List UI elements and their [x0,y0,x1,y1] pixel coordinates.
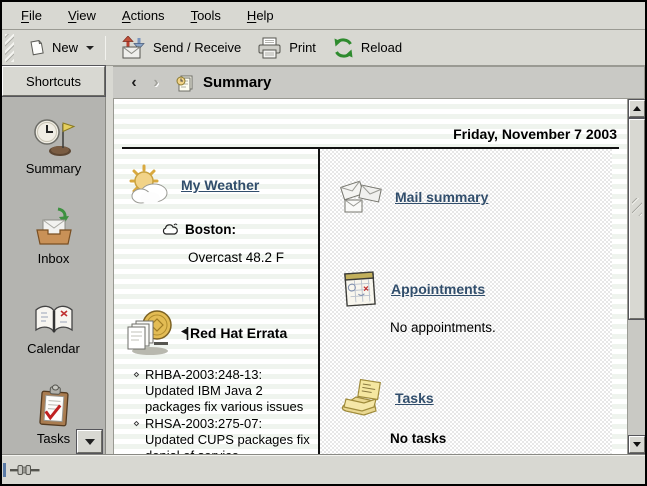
menu-item-file[interactable]: File [8,3,55,28]
vertical-scrollbar[interactable] [627,99,645,454]
summary-viewport: Friday, November 7 2003 [113,99,645,454]
menu-file-mnemonic: F [21,8,29,23]
menu-actions-rest: ctions [131,8,165,23]
appointments-calendar-icon [338,268,382,310]
menu-item-tools[interactable]: Tools [178,3,234,28]
online-status-icon[interactable] [10,463,44,477]
menu-file-rest: ile [29,8,42,23]
sidebar-label-inbox: Inbox [38,251,70,266]
triangle-up-icon [633,106,641,111]
sidebar-label-tasks: Tasks [37,431,70,446]
mail-section-header: Mail summary [338,176,612,218]
shortcut-bar: Shortcuts Summary [2,66,106,454]
menu-view-rest: iew [76,8,96,23]
summary-left-column: My Weather Boston: Overcast 48. [122,149,318,454]
summary-view-icon [175,74,195,92]
mail-envelopes-icon [338,176,386,218]
errata-item[interactable]: RHBA-2003:248-13: Updated IBM Java 2 pac… [132,367,310,415]
menu-tools-rest: ools [197,8,221,23]
scroll-down-button[interactable] [629,436,645,453]
inbox-icon [33,202,75,248]
pane-grip[interactable] [3,463,6,477]
cloud-icon [162,223,179,236]
scrollbar-thumb[interactable] [629,119,645,319]
calendar-icon [33,292,75,338]
shortcuts-group-button[interactable]: Shortcuts [2,66,105,96]
menu-bar: File View Actions Tools Help [2,2,645,30]
menu-item-actions[interactable]: Actions [109,3,178,28]
tasks-link[interactable]: Tasks [395,390,434,406]
sidebar-label-summary: Summary [26,161,82,176]
send-receive-button[interactable]: Send / Receive [113,32,249,63]
summary-content: Friday, November 7 2003 [114,99,627,454]
errata-item[interactable]: RHSA-2003:275-07: Updated CUPS packages … [132,416,310,454]
sidebar-item-summary[interactable]: Summary [2,112,105,202]
menu-help-rest: elp [256,8,273,23]
weather-icon [124,163,172,207]
new-button[interactable]: New [20,34,102,61]
print-icon [257,37,283,59]
mail-summary-link[interactable]: Mail summary [395,189,488,205]
send-receive-icon [121,36,147,59]
weather-section-header: My Weather [124,163,314,207]
scroll-up-button[interactable] [629,100,645,117]
print-button[interactable]: Print [249,33,324,63]
errata-title-row: Red Hat Errata [181,325,287,341]
triangle-down-icon [633,442,641,447]
date-heading: Friday, November 7 2003 [122,99,619,147]
errata-heading: Red Hat Errata [190,325,287,341]
sidebar-item-calendar[interactable]: Calendar [2,292,105,382]
evolution-window: File View Actions Tools Help New [2,2,645,484]
summary-right-column: Mail summary [318,149,612,454]
reload-label: Reload [361,40,402,55]
tasks-notes-icon [338,377,386,419]
main-view: ‹ › Summary Friday, November 7 2003 [113,66,645,454]
print-label: Print [289,40,316,55]
weather-location-row: Boston: [162,222,314,237]
summary-clock-icon [32,112,76,158]
no-tasks-text: No tasks [390,431,612,446]
weather-location: Boston: [185,222,236,237]
tasks-section-header: Tasks [338,377,612,419]
weather-conditions: Overcast 48.2 F [188,250,314,265]
scrollbar-grip [632,198,642,216]
tasks-clipboard-icon [34,382,74,428]
my-weather-link[interactable]: My Weather [181,177,259,193]
errata-list: RHBA-2003:248-13: Updated IBM Java 2 pac… [132,367,310,454]
toolbar-separator [105,36,106,60]
toolbar-drag-handle[interactable] [5,34,14,62]
no-appointments-text: No appointments. [390,320,612,335]
send-receive-label: Send / Receive [153,40,241,55]
appointments-section-header: Appointments [338,268,612,310]
toolbar: New Send / Receive [2,30,645,66]
chevron-down-icon [85,439,95,445]
new-button-label: New [52,40,78,55]
menu-item-view[interactable]: View [55,3,109,28]
errata-section-header: Red Hat Errata [124,309,314,357]
reload-icon [332,37,355,59]
sidebar-item-inbox[interactable]: Inbox [2,202,105,292]
appointments-link[interactable]: Appointments [391,281,485,297]
forward-button[interactable]: › [147,74,165,92]
status-bar [2,454,645,484]
menu-help-mnemonic: H [247,8,256,23]
view-header: ‹ › Summary [113,66,645,99]
folder-selector-button[interactable] [77,430,102,453]
sidebar-label-calendar: Calendar [27,341,80,356]
shortcut-list: Summary Inbox [2,96,105,472]
flag-icon [181,327,189,340]
new-document-icon [28,38,46,57]
back-button[interactable]: ‹ [125,74,143,92]
reload-button[interactable]: Reload [324,33,410,63]
errata-documents-icon [124,309,176,357]
menu-item-help[interactable]: Help [234,3,287,28]
menu-actions-mnemonic: A [122,8,131,23]
chevron-down-icon [86,46,94,50]
page-title: Summary [203,74,271,91]
